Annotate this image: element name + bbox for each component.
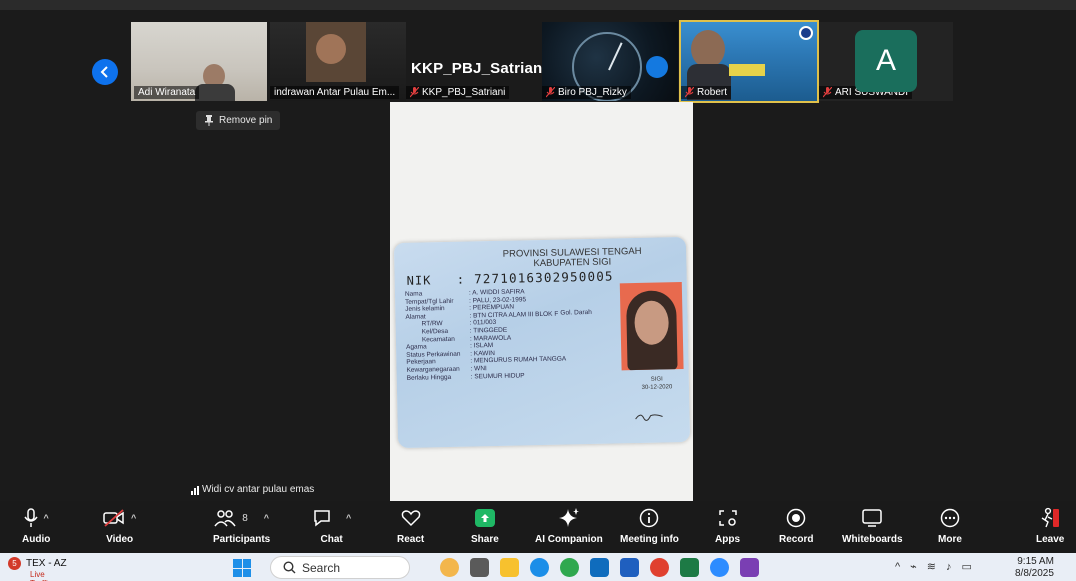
record-icon — [786, 508, 806, 528]
taskbar-app-sub: Live Traffic — [30, 570, 52, 581]
windows-start-icon[interactable] — [233, 559, 251, 577]
signature-icon — [635, 414, 663, 421]
wifi-icon[interactable]: ≋ — [927, 560, 936, 573]
share-screen-icon — [474, 509, 495, 527]
audio-button[interactable]: ^ Audio — [22, 505, 50, 545]
participant-name: Robert — [681, 86, 732, 99]
ai-companion-button[interactable]: AI Companion — [535, 505, 603, 545]
mic-muted-icon — [410, 87, 419, 98]
participants-icon — [214, 510, 236, 527]
leave-button[interactable]: Leave — [1036, 505, 1064, 545]
whiteboards-button[interactable]: Whiteboards — [842, 505, 903, 545]
mic-muted-icon — [546, 87, 555, 98]
participant-avatar: A — [855, 30, 917, 92]
whiteboard-icon — [862, 509, 883, 527]
meeting-toolbar: ^ Audio ^ Video 8 ^ Participants ^ Chat R… — [0, 501, 1076, 553]
outlook-icon[interactable] — [590, 558, 609, 577]
more-button[interactable]: More — [938, 505, 962, 545]
chat-icon — [314, 510, 330, 527]
edge-icon[interactable] — [530, 558, 549, 577]
window-top-bar — [0, 0, 1076, 10]
pinned-participant-title: KKP_PBJ_Satriani — [411, 60, 547, 77]
chevron-up-icon[interactable]: ^ — [895, 561, 900, 573]
remove-pin-button[interactable]: Remove pin — [196, 111, 281, 130]
participant-strip: Adi Wiranata indrawan Antar Pulau Em... … — [0, 10, 1076, 103]
participants-button[interactable]: 8 ^ Participants — [213, 505, 270, 545]
participant-name: indrawan Antar Pulau Em... — [270, 86, 400, 99]
notification-badge: 5 — [8, 557, 21, 570]
video-off-icon — [103, 509, 124, 527]
taskbar-app-tex[interactable]: 5 TEX - AZ Live Traffic — [8, 557, 67, 581]
mic-muted-icon — [823, 87, 832, 98]
sparkle-icon — [558, 508, 579, 527]
leave-icon — [1041, 507, 1060, 528]
chrome-icon[interactable] — [560, 558, 579, 577]
info-icon — [640, 508, 659, 528]
participant-name: Adi Wiranata — [134, 86, 200, 99]
task-view-icon[interactable] — [470, 558, 489, 577]
record-button[interactable]: Record — [779, 505, 813, 545]
participant-tile[interactable]: Robert — [679, 20, 819, 103]
word-icon[interactable] — [620, 558, 639, 577]
more-icon — [940, 508, 960, 528]
participant-tile[interactable]: indrawan Antar Pulau Em... — [270, 22, 406, 101]
volume-icon[interactable]: ♪ — [946, 561, 952, 573]
os-taskbar: 5 TEX - AZ Live Traffic Search ^ ⌁ ≋ ♪ ▭… — [0, 553, 1076, 581]
ktp-province: PROVINSI SULAWESI TENGAH KABUPATEN SIGI — [502, 245, 642, 270]
apps-icon — [718, 510, 737, 526]
system-tray: ^ ⌁ ≋ ♪ ▭ — [895, 560, 972, 574]
audio-options-icon[interactable]: ^ — [44, 513, 49, 523]
heart-icon — [401, 510, 420, 527]
pin-icon — [205, 115, 213, 126]
participant-name: Biro PBJ_Rizky — [542, 86, 631, 99]
participant-name: KKP_PBJ_Satriani — [406, 86, 510, 99]
strip-back-button[interactable] — [92, 59, 118, 85]
network-icon[interactable]: ⌁ — [910, 560, 917, 573]
participant-tile[interactable]: Biro PBJ_Rizky — [542, 22, 678, 101]
microphone-icon — [23, 508, 38, 527]
meeting-info-button[interactable]: Meeting info — [620, 505, 679, 545]
battery-icon[interactable]: ▭ — [962, 560, 972, 573]
taskbar-search-input[interactable]: Search — [270, 556, 410, 579]
ktp-nik: : 7271016302950005 — [456, 268, 614, 287]
search-icon — [283, 561, 296, 574]
participants-count: 8 — [242, 512, 248, 524]
chrome-profile-icon[interactable] — [650, 558, 669, 577]
mic-muted-icon — [685, 87, 694, 98]
participant-tile[interactable]: Adi Wiranata — [131, 22, 267, 101]
chevron-left-icon — [100, 66, 108, 78]
ktp-issue-place: SIGI 30-12-2020 — [641, 376, 673, 391]
id-card-image: PROVINSI SULAWESI TENGAH KABUPATEN SIGI … — [393, 236, 691, 449]
excel-icon[interactable] — [680, 558, 699, 577]
active-speaker-label: Widi cv antar pulau emas — [191, 484, 314, 495]
app-icon[interactable] — [740, 558, 759, 577]
chat-options-icon[interactable]: ^ — [346, 513, 351, 523]
ktp-fields: Nama: A. WIDDI SAFIRA Tempat/Tgl Lahir: … — [404, 288, 567, 382]
chat-button[interactable]: ^ Chat — [312, 505, 351, 545]
share-button[interactable]: Share — [471, 505, 499, 545]
audio-level-icon — [191, 486, 199, 495]
video-options-icon[interactable]: ^ — [131, 513, 136, 523]
apps-button[interactable]: Apps — [715, 505, 740, 545]
ktp-gol-darah: Gol. Darah — [560, 308, 592, 317]
ktp-photo — [619, 282, 684, 371]
pinned-video: PROVINSI SULAWESI TENGAH KABUPATEN SIGI … — [390, 102, 693, 501]
ktp-nik-label: NIK — [406, 273, 432, 288]
video-button[interactable]: ^ Video — [103, 505, 136, 545]
widgets-icon[interactable] — [440, 558, 459, 577]
participants-options-icon[interactable]: ^ — [264, 513, 269, 523]
zoom-icon[interactable] — [710, 558, 729, 577]
taskbar-clock[interactable]: 9:15 AM 8/8/2025 — [1015, 556, 1054, 580]
react-button[interactable]: React — [397, 505, 424, 545]
file-explorer-icon[interactable] — [500, 558, 519, 577]
